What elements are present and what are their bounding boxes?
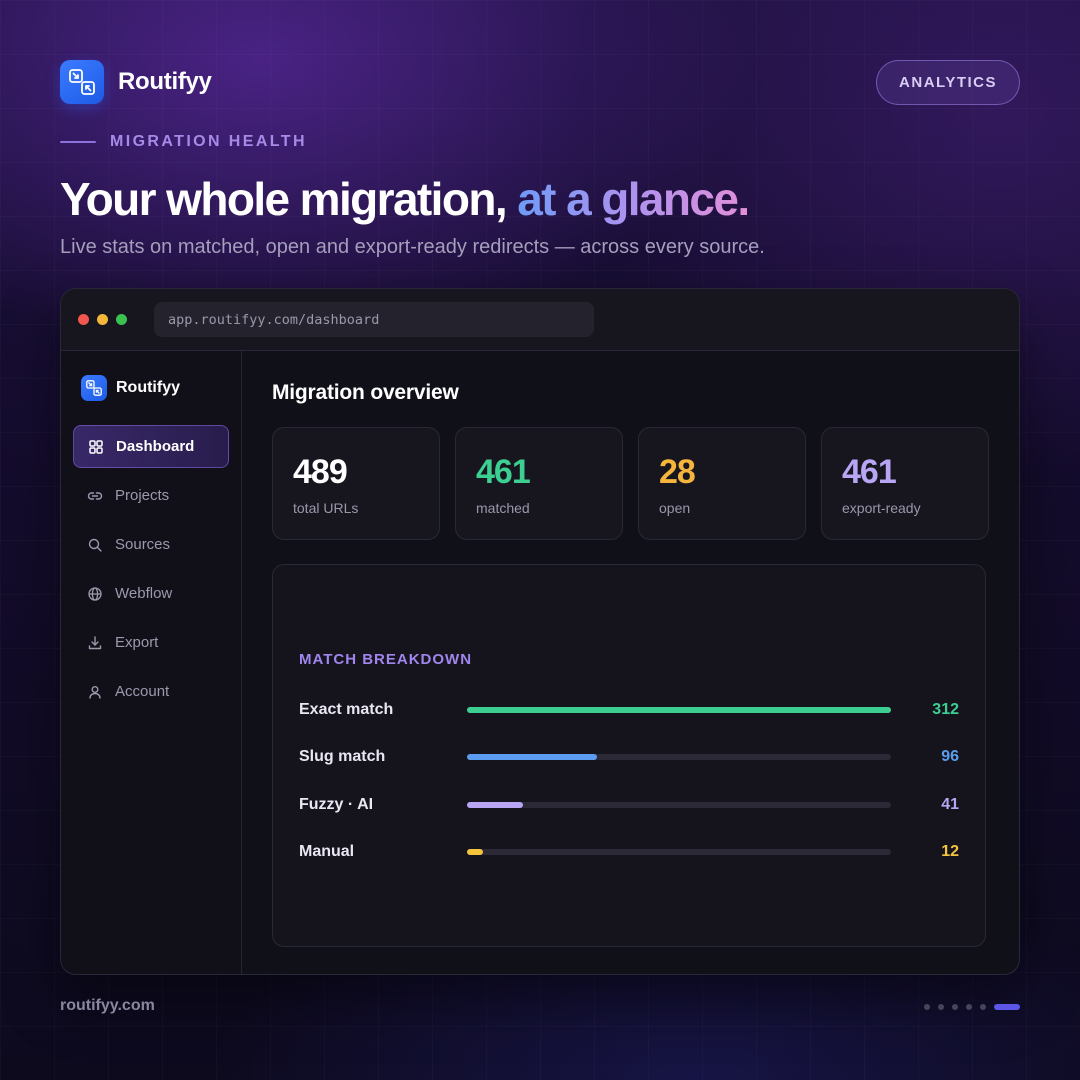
subheadline: Live stats on matched, open and export-r…: [60, 236, 765, 258]
sidebar-item-label: Webflow: [115, 585, 173, 602]
sidebar-item-projects[interactable]: Projects: [73, 474, 229, 517]
routifyy-logo-icon: [60, 60, 104, 104]
brand: Routifyy: [60, 60, 212, 104]
sidebar: Routifyy Dashboard Projects Sources Webf…: [61, 351, 242, 974]
breakdown-bar-track: [467, 801, 891, 808]
pager-dot[interactable]: [966, 1004, 972, 1010]
breakdown-value: 41: [941, 795, 959, 813]
breakdown-label: Fuzzy · AI: [299, 795, 374, 813]
pager-dot[interactable]: [952, 1004, 958, 1010]
user-icon: [87, 684, 103, 700]
breakdown-bar-fill: [467, 754, 598, 761]
breakdown-row-slug: Slug match 96: [299, 734, 959, 782]
window-close-button[interactable]: [78, 314, 89, 325]
browser-window: app.routifyy.com/dashboard Routifyy Dash…: [60, 288, 1020, 975]
sidebar-item-label: Dashboard: [116, 438, 195, 455]
headline-main: Your whole migration,: [60, 173, 508, 225]
page-title: Migration overview: [272, 381, 459, 404]
breakdown-bar-track: [467, 849, 891, 856]
stat-label: matched: [476, 500, 530, 516]
sidebar-item-sources[interactable]: Sources: [73, 523, 229, 566]
footer-site-link[interactable]: routifyy.com: [60, 997, 155, 1015]
search-icon: [87, 537, 103, 553]
link-icon: [87, 488, 103, 504]
breakdown-value: 312: [932, 700, 959, 718]
eyebrow-line: [60, 141, 96, 143]
stat-card-total-urls: 489 total URLs: [272, 427, 440, 540]
stat-card-matched: 461 matched: [455, 427, 623, 540]
pager-dot[interactable]: [938, 1004, 944, 1010]
breakdown-bar-track: [467, 706, 891, 713]
breakdown-bar-fill: [467, 849, 484, 856]
main-content: Migration overview 489 total URLs 461 ma…: [242, 351, 1019, 974]
pager: [924, 1004, 1020, 1010]
breakdown-row-fuzzy: Fuzzy · AI 41: [299, 781, 959, 829]
match-breakdown-panel: MATCH BREAKDOWN Exact match 312 Slug mat…: [272, 564, 986, 947]
stat-value: 461: [842, 453, 897, 491]
sidebar-item-label: Projects: [115, 487, 170, 504]
headline: Your whole migration, at a glance.: [60, 172, 750, 226]
sidebar-item-label: Export: [115, 634, 159, 651]
pager-dot[interactable]: [980, 1004, 986, 1010]
stat-value: 28: [659, 453, 696, 491]
stat-label: open: [659, 500, 691, 516]
pager-dot[interactable]: [924, 1004, 930, 1010]
sidebar-item-export[interactable]: Export: [73, 621, 229, 664]
stat-cards: 489 total URLs 461 matched 28 open 461 e…: [272, 427, 989, 540]
stat-label: export-ready: [842, 500, 921, 516]
breakdown-bar-fill: [467, 801, 523, 808]
grid-icon: [88, 439, 104, 455]
breakdown-row-manual: Manual 12: [299, 829, 959, 877]
stat-value: 461: [476, 453, 531, 491]
address-bar[interactable]: app.routifyy.com/dashboard: [154, 302, 594, 337]
sidebar-brand: Routifyy: [73, 375, 229, 401]
download-icon: [87, 635, 103, 651]
sidebar-item-dashboard[interactable]: Dashboard: [73, 425, 229, 468]
globe-icon: [87, 586, 103, 602]
window-minimize-button[interactable]: [97, 314, 108, 325]
brand-name: Routifyy: [118, 68, 212, 95]
analytics-badge: ANALYTICS: [876, 60, 1020, 105]
routifyy-logo-icon: [81, 375, 107, 401]
breakdown-label: Slug match: [299, 748, 386, 766]
sidebar-item-label: Account: [115, 683, 170, 700]
eyebrow: MIGRATION HEALTH: [60, 133, 307, 151]
sidebar-brand-name: Routifyy: [116, 379, 180, 396]
stat-value: 489: [293, 453, 348, 491]
panel-title: MATCH BREAKDOWN: [299, 651, 473, 668]
headline-accent: at a glance.: [517, 173, 750, 225]
stat-card-export-ready: 461 export-ready: [821, 427, 989, 540]
sidebar-item-account[interactable]: Account: [73, 670, 229, 713]
pager-dot-active[interactable]: [994, 1004, 1020, 1010]
window-maximize-button[interactable]: [116, 314, 127, 325]
breakdown-bar-fill: [467, 706, 891, 713]
stat-card-open: 28 open: [638, 427, 806, 540]
sidebar-item-label: Sources: [115, 536, 171, 553]
breakdown-label: Manual: [299, 843, 355, 861]
breakdown-label: Exact match: [299, 700, 394, 718]
stat-label: total URLs: [293, 500, 359, 516]
breakdown-row-exact: Exact match 312: [299, 686, 959, 734]
breakdown-value: 96: [941, 748, 959, 766]
breakdown-bar-track: [467, 754, 891, 761]
eyebrow-label: MIGRATION HEALTH: [110, 133, 307, 150]
browser-titlebar: app.routifyy.com/dashboard: [61, 289, 1019, 351]
sidebar-item-webflow[interactable]: Webflow: [73, 572, 229, 615]
breakdown-value: 12: [941, 843, 959, 861]
